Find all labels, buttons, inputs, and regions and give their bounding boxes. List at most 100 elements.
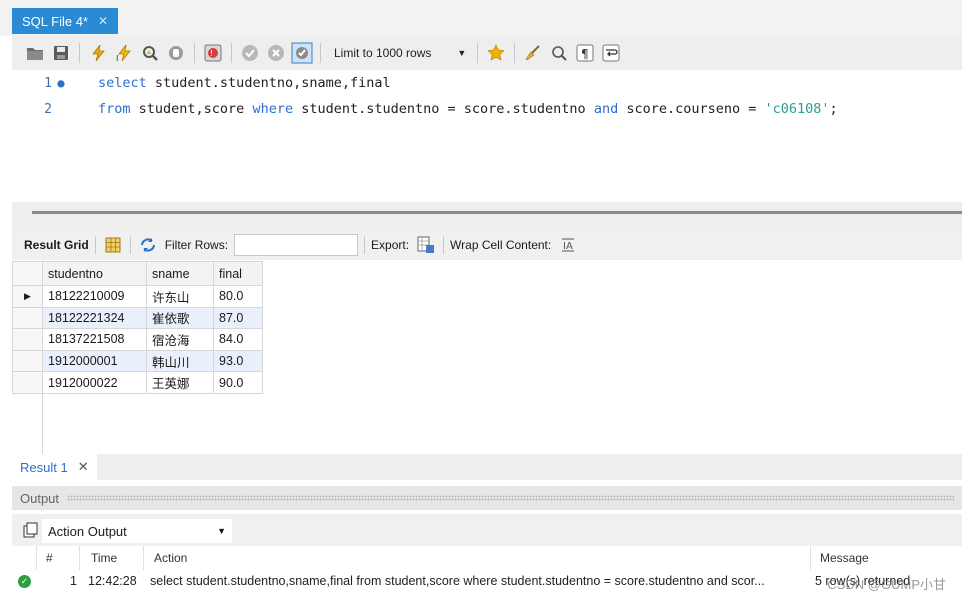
code-text[interactable]: from student,score where student.student…: [70, 101, 838, 117]
column-header[interactable]: studentno: [42, 261, 147, 286]
result-grid[interactable]: studentno sname final ▶ 18122210009 许东山 …: [12, 261, 263, 394]
svg-text:¶: ¶: [581, 47, 589, 61]
table-row[interactable]: 1912000001 韩山川 93.0: [12, 349, 263, 373]
grid-header-row: studentno sname final: [12, 261, 263, 286]
svg-text:I: I: [116, 54, 118, 62]
output-type-label: Action Output: [48, 523, 127, 539]
cell-sname[interactable]: 宿沧海: [146, 328, 214, 351]
execute-current-lightning-icon[interactable]: I: [113, 42, 135, 64]
cell-sname[interactable]: 王英娜: [146, 371, 214, 394]
filter-rows-label: Filter Rows:: [164, 238, 229, 252]
close-icon[interactable]: ✕: [78, 459, 89, 475]
result-tab-label: Result 1: [20, 459, 68, 475]
cell-final[interactable]: 87.0: [213, 306, 263, 330]
svg-text:IA: IA: [563, 241, 573, 252]
cell-final[interactable]: 90.0: [213, 371, 263, 394]
copy-icon[interactable]: [20, 519, 42, 541]
export-icon[interactable]: [415, 234, 437, 256]
broom-icon[interactable]: [522, 42, 544, 64]
cell-final[interactable]: 84.0: [213, 328, 263, 351]
table-row[interactable]: 1912000022 王英娜 90.0: [12, 371, 263, 394]
code-token: score.courseno =: [618, 101, 765, 117]
output-row-action: select student.studentno,sname,final fro…: [150, 574, 765, 588]
tab-close-icon[interactable]: ✕: [98, 14, 108, 28]
cell-studentno[interactable]: 18122221324: [42, 306, 147, 330]
wrap-cell-content-icon[interactable]: IA: [557, 234, 579, 256]
wrap-cell-content-label: Wrap Cell Content:: [450, 238, 552, 252]
table-row[interactable]: 18122221324 崔依歌 87.0: [12, 306, 263, 330]
explain-magnifier-icon[interactable]: [139, 42, 161, 64]
table-row[interactable]: 18137221508 宿沧海 84.0: [12, 328, 263, 351]
execute-lightning-icon[interactable]: [87, 42, 109, 64]
output-row-time: 12:42:28: [88, 574, 137, 588]
code-token: student,score: [130, 101, 253, 117]
tab-label: SQL File 4*: [22, 13, 88, 29]
row-header[interactable]: [12, 306, 43, 330]
cell-studentno[interactable]: 1912000001: [42, 349, 147, 373]
result-toolbar: Result Grid Filter Rows: Export: Wrap Ce…: [12, 230, 962, 260]
code-token: select: [98, 75, 147, 91]
column-header-time[interactable]: Time: [91, 546, 117, 570]
output-row-num: 1: [70, 574, 77, 588]
code-token: ;: [829, 101, 838, 117]
filter-rows-input[interactable]: [234, 234, 359, 256]
column-header-action[interactable]: Action: [154, 546, 187, 570]
chevron-down-icon: ▼: [457, 48, 467, 58]
code-token: from: [98, 101, 131, 117]
tab-result-1[interactable]: Result 1 ✕: [12, 454, 97, 480]
cell-sname[interactable]: 许东山: [146, 285, 214, 308]
toggle-error-icon[interactable]: !: [202, 42, 224, 64]
row-header[interactable]: [12, 371, 43, 394]
panel-splitter[interactable]: [12, 202, 962, 230]
toolbar-separator: [443, 236, 445, 254]
column-header-message[interactable]: Message: [820, 546, 869, 570]
cell-studentno[interactable]: 18122210009: [42, 285, 147, 308]
column-header[interactable]: sname: [146, 261, 214, 286]
result-grid-button[interactable]: Result Grid: [24, 238, 89, 252]
code-text[interactable]: select student.studentno,sname,final: [70, 75, 391, 91]
output-type-select[interactable]: Action Output ▼: [42, 519, 232, 543]
find-icon[interactable]: [548, 42, 570, 64]
sql-editor[interactable]: 1 ● select student.studentno,sname,final…: [12, 70, 962, 202]
open-folder-icon[interactable]: [24, 42, 46, 64]
code-line-1: 1 ● select student.studentno,sname,final: [12, 71, 391, 95]
rollback-icon[interactable]: [265, 42, 287, 64]
stop-icon[interactable]: [165, 42, 187, 64]
beautify-star-icon[interactable]: [485, 42, 507, 64]
row-header[interactable]: [12, 328, 43, 351]
tab-sql-file[interactable]: SQL File 4* ✕: [12, 8, 119, 34]
code-line-2: 2 from student,score where student.stude…: [12, 97, 838, 121]
column-header[interactable]: final: [213, 261, 263, 286]
column-divider: [143, 546, 144, 570]
cell-final[interactable]: 80.0: [213, 285, 263, 308]
cell-studentno[interactable]: 18137221508: [42, 328, 147, 351]
toolbar-separator: [129, 236, 131, 254]
row-header[interactable]: [12, 349, 43, 373]
code-token: student.studentno,sname,final: [146, 75, 391, 91]
refresh-icon[interactable]: [137, 234, 159, 256]
grid-corner: [12, 261, 43, 286]
sql-editor-toolbar: I ! Limit to 1000 rows ▼ ¶: [12, 36, 962, 70]
cell-studentno[interactable]: 1912000022: [42, 371, 147, 394]
invisible-chars-icon[interactable]: ¶: [574, 42, 596, 64]
cell-sname[interactable]: 崔依歌: [146, 306, 214, 330]
column-header-num[interactable]: #: [46, 546, 53, 570]
code-token: 'c06108': [764, 101, 830, 117]
svg-text:!: !: [210, 49, 213, 58]
save-icon[interactable]: [50, 42, 72, 64]
autocommit-icon[interactable]: [291, 42, 313, 64]
line-number: 2: [44, 101, 52, 117]
output-row[interactable]: ✓ 1 12:42:28 select student.studentno,sn…: [12, 570, 962, 592]
cell-final[interactable]: 93.0: [213, 349, 263, 373]
cell-sname[interactable]: 韩山川: [146, 349, 214, 373]
statement-marker-icon: ●: [57, 76, 65, 90]
table-row[interactable]: ▶ 18122210009 许东山 80.0: [12, 285, 263, 308]
toolbar-separator: [320, 43, 321, 63]
code-token: student.studentno = score.studentno: [293, 101, 594, 117]
drag-handle[interactable]: [67, 495, 954, 501]
grid-layout-icon[interactable]: [102, 234, 124, 256]
limit-rows-select[interactable]: Limit to 1000 rows ▼: [328, 42, 470, 64]
commit-icon[interactable]: [239, 42, 261, 64]
splitter-handle[interactable]: [32, 211, 962, 214]
wrap-icon[interactable]: [600, 42, 622, 64]
